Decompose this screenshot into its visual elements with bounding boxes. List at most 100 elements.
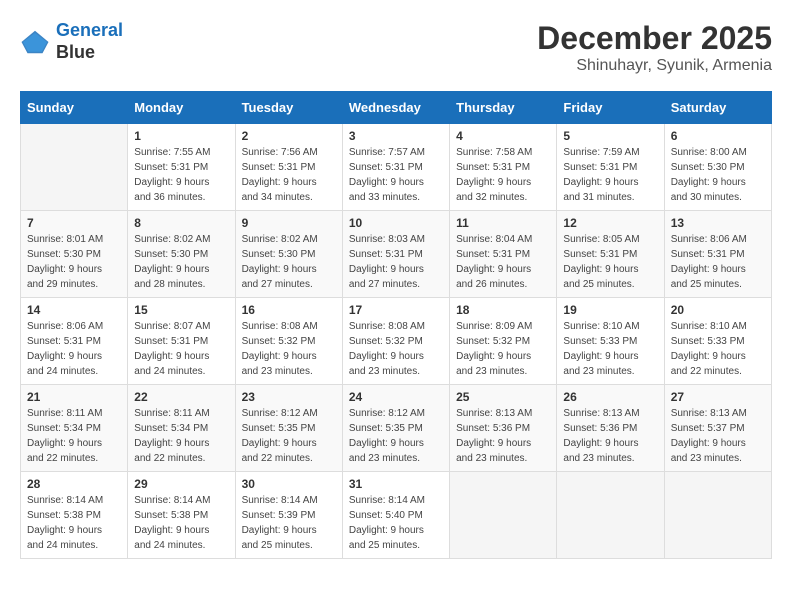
day-number: 30 <box>242 477 336 491</box>
day-info: Sunrise: 8:12 AMSunset: 5:35 PMDaylight:… <box>242 406 336 466</box>
day-cell: 11 Sunrise: 8:04 AMSunset: 5:31 PMDayligh… <box>450 211 557 298</box>
weekday-header-sunday: Sunday <box>21 92 128 124</box>
day-cell: 1 Sunrise: 7:55 AMSunset: 5:31 PMDaylight… <box>128 124 235 211</box>
day-info: Sunrise: 7:59 AMSunset: 5:31 PMDaylight:… <box>563 145 657 205</box>
day-number: 28 <box>27 477 121 491</box>
day-number: 23 <box>242 390 336 404</box>
weekday-header-monday: Monday <box>128 92 235 124</box>
day-number: 20 <box>671 303 765 317</box>
day-cell: 28 Sunrise: 8:14 AMSunset: 5:38 PMDayligh… <box>21 472 128 559</box>
day-info: Sunrise: 8:06 AMSunset: 5:31 PMDaylight:… <box>27 319 121 379</box>
day-cell: 9Sunrise: 8:02 AMSunset: 5:30 PMDaylight… <box>235 211 342 298</box>
day-info: Sunrise: 8:03 AMSunset: 5:31 PMDaylight:… <box>349 232 443 292</box>
day-cell: 17 Sunrise: 8:08 AMSunset: 5:32 PMDayligh… <box>342 298 449 385</box>
logo-line2: Blue <box>56 42 123 64</box>
weekday-header-row: SundayMondayTuesdayWednesdayThursdayFrid… <box>21 92 772 124</box>
page-header: General Blue December 2025 Shinuhayr, Sy… <box>20 20 772 75</box>
day-info: Sunrise: 8:09 AMSunset: 5:32 PMDaylight:… <box>456 319 550 379</box>
day-number: 29 <box>134 477 228 491</box>
day-number: 6 <box>671 129 765 143</box>
day-info: Sunrise: 8:13 AMSunset: 5:36 PMDaylight:… <box>456 406 550 466</box>
day-number: 16 <box>242 303 336 317</box>
day-number: 19 <box>563 303 657 317</box>
day-number: 27 <box>671 390 765 404</box>
month-title: December 2025 <box>537 20 772 57</box>
day-number: 11 <box>456 216 550 230</box>
day-info: Sunrise: 8:10 AMSunset: 5:33 PMDaylight:… <box>671 319 765 379</box>
day-info: Sunrise: 8:10 AMSunset: 5:33 PMDaylight:… <box>563 319 657 379</box>
week-row-4: 21Sunrise: 8:11 AMSunset: 5:34 PMDayligh… <box>21 385 772 472</box>
day-info: Sunrise: 8:11 AMSunset: 5:34 PMDaylight:… <box>27 406 121 466</box>
day-cell: 7 Sunrise: 8:01 AMSunset: 5:30 PMDaylight… <box>21 211 128 298</box>
day-cell <box>450 472 557 559</box>
day-info: Sunrise: 8:14 AMSunset: 5:40 PMDaylight:… <box>349 493 443 553</box>
day-cell: 30 Sunrise: 8:14 AMSunset: 5:39 PMDayligh… <box>235 472 342 559</box>
day-cell <box>21 124 128 211</box>
day-cell <box>664 472 771 559</box>
day-info: Sunrise: 8:07 AMSunset: 5:31 PMDaylight:… <box>134 319 228 379</box>
day-cell: 18Sunrise: 8:09 AMSunset: 5:32 PMDayligh… <box>450 298 557 385</box>
day-number: 26 <box>563 390 657 404</box>
day-info: Sunrise: 8:08 AMSunset: 5:32 PMDaylight:… <box>242 319 336 379</box>
day-number: 9 <box>242 216 336 230</box>
day-cell: 16 Sunrise: 8:08 AMSunset: 5:32 PMDayligh… <box>235 298 342 385</box>
day-cell: 6 Sunrise: 8:00 AMSunset: 5:30 PMDaylight… <box>664 124 771 211</box>
day-cell: 10Sunrise: 8:03 AMSunset: 5:31 PMDayligh… <box>342 211 449 298</box>
weekday-header-friday: Friday <box>557 92 664 124</box>
weekday-header-tuesday: Tuesday <box>235 92 342 124</box>
day-cell: 24Sunrise: 8:12 AMSunset: 5:35 PMDayligh… <box>342 385 449 472</box>
week-row-1: 1 Sunrise: 7:55 AMSunset: 5:31 PMDaylight… <box>21 124 772 211</box>
day-info: Sunrise: 8:13 AMSunset: 5:37 PMDaylight:… <box>671 406 765 466</box>
day-cell: 27 Sunrise: 8:13 AMSunset: 5:37 PMDayligh… <box>664 385 771 472</box>
day-info: Sunrise: 8:01 AMSunset: 5:30 PMDaylight:… <box>27 232 121 292</box>
day-cell: 26Sunrise: 8:13 AMSunset: 5:36 PMDayligh… <box>557 385 664 472</box>
day-number: 31 <box>349 477 443 491</box>
day-cell: 13Sunrise: 8:06 AMSunset: 5:31 PMDayligh… <box>664 211 771 298</box>
day-number: 17 <box>349 303 443 317</box>
day-cell: 21Sunrise: 8:11 AMSunset: 5:34 PMDayligh… <box>21 385 128 472</box>
day-cell: 12 Sunrise: 8:05 AMSunset: 5:31 PMDayligh… <box>557 211 664 298</box>
day-info: Sunrise: 8:08 AMSunset: 5:32 PMDaylight:… <box>349 319 443 379</box>
day-cell: 4 Sunrise: 7:58 AMSunset: 5:31 PMDaylight… <box>450 124 557 211</box>
logo-icon <box>20 27 50 57</box>
day-info: Sunrise: 8:14 AMSunset: 5:38 PMDaylight:… <box>27 493 121 553</box>
day-info: Sunrise: 8:00 AMSunset: 5:30 PMDaylight:… <box>671 145 765 205</box>
logo-line1: General <box>56 20 123 40</box>
week-row-3: 14 Sunrise: 8:06 AMSunset: 5:31 PMDayligh… <box>21 298 772 385</box>
day-cell: 5 Sunrise: 7:59 AMSunset: 5:31 PMDaylight… <box>557 124 664 211</box>
day-cell: 29Sunrise: 8:14 AMSunset: 5:38 PMDayligh… <box>128 472 235 559</box>
calendar-table: SundayMondayTuesdayWednesdayThursdayFrid… <box>20 91 772 559</box>
day-info: Sunrise: 8:12 AMSunset: 5:35 PMDaylight:… <box>349 406 443 466</box>
day-info: Sunrise: 7:55 AMSunset: 5:31 PMDaylight:… <box>134 145 228 205</box>
day-cell: 8 Sunrise: 8:02 AMSunset: 5:30 PMDaylight… <box>128 211 235 298</box>
day-info: Sunrise: 8:05 AMSunset: 5:31 PMDaylight:… <box>563 232 657 292</box>
day-number: 7 <box>27 216 121 230</box>
day-info: Sunrise: 8:06 AMSunset: 5:31 PMDaylight:… <box>671 232 765 292</box>
day-info: Sunrise: 8:14 AMSunset: 5:39 PMDaylight:… <box>242 493 336 553</box>
day-number: 4 <box>456 129 550 143</box>
weekday-header-saturday: Saturday <box>664 92 771 124</box>
day-number: 1 <box>134 129 228 143</box>
day-number: 8 <box>134 216 228 230</box>
day-number: 12 <box>563 216 657 230</box>
day-cell: 3Sunrise: 7:57 AMSunset: 5:31 PMDaylight… <box>342 124 449 211</box>
logo: General Blue <box>20 20 123 63</box>
day-cell: 23 Sunrise: 8:12 AMSunset: 5:35 PMDayligh… <box>235 385 342 472</box>
day-info: Sunrise: 8:11 AMSunset: 5:34 PMDaylight:… <box>134 406 228 466</box>
day-cell: 20 Sunrise: 8:10 AMSunset: 5:33 PMDayligh… <box>664 298 771 385</box>
day-cell: 31 Sunrise: 8:14 AMSunset: 5:40 PMDayligh… <box>342 472 449 559</box>
day-cell: 19 Sunrise: 8:10 AMSunset: 5:33 PMDayligh… <box>557 298 664 385</box>
day-number: 15 <box>134 303 228 317</box>
location-subtitle: Shinuhayr, Syunik, Armenia <box>537 57 772 75</box>
week-row-2: 7 Sunrise: 8:01 AMSunset: 5:30 PMDaylight… <box>21 211 772 298</box>
day-info: Sunrise: 7:58 AMSunset: 5:31 PMDaylight:… <box>456 145 550 205</box>
day-number: 14 <box>27 303 121 317</box>
day-cell: 2Sunrise: 7:56 AMSunset: 5:31 PMDaylight… <box>235 124 342 211</box>
weekday-header-wednesday: Wednesday <box>342 92 449 124</box>
day-number: 22 <box>134 390 228 404</box>
day-cell: 14 Sunrise: 8:06 AMSunset: 5:31 PMDayligh… <box>21 298 128 385</box>
day-info: Sunrise: 7:56 AMSunset: 5:31 PMDaylight:… <box>242 145 336 205</box>
day-number: 5 <box>563 129 657 143</box>
day-info: Sunrise: 8:04 AMSunset: 5:31 PMDaylight:… <box>456 232 550 292</box>
day-info: Sunrise: 8:02 AMSunset: 5:30 PMDaylight:… <box>134 232 228 292</box>
